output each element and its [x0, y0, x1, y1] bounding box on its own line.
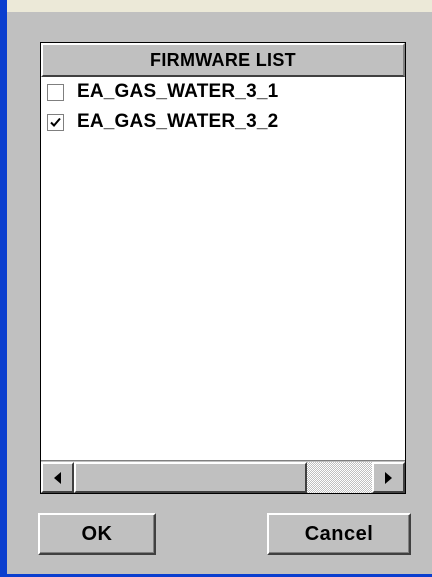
- checkbox-ea-gas-water-3-1[interactable]: [47, 83, 64, 101]
- cancel-button-label: Cancel: [304, 522, 374, 545]
- list-item-label: EA_GAS_WATER_3_1: [77, 81, 279, 102]
- list-header-label: FIRMWARE LIST: [150, 49, 296, 70]
- ok-button-label: OK: [81, 522, 113, 545]
- firmware-listbox[interactable]: FIRMWARE LIST EA_GAS_WATER_3_1 EA_GAS_WA…: [40, 42, 406, 494]
- window-top-strip: [0, 0, 432, 12]
- scroll-thumb[interactable]: [74, 462, 307, 493]
- scroll-right-button[interactable]: [372, 462, 405, 493]
- checkbox-ea-gas-water-3-2[interactable]: [47, 113, 64, 131]
- arrow-right-icon: [385, 471, 392, 484]
- scroll-track[interactable]: [307, 462, 372, 493]
- list-item-ea-gas-water-3-2[interactable]: EA_GAS_WATER_3_2: [41, 107, 405, 137]
- checkmark-icon: [50, 117, 61, 127]
- list-item-ea-gas-water-3-1[interactable]: EA_GAS_WATER_3_1: [41, 77, 405, 107]
- list-header: FIRMWARE LIST: [41, 43, 405, 77]
- window-frame-left: [0, 0, 7, 577]
- ok-button[interactable]: OK: [38, 513, 156, 555]
- arrow-left-icon: [54, 471, 61, 484]
- cancel-button[interactable]: Cancel: [267, 513, 411, 555]
- scroll-left-button[interactable]: [41, 462, 74, 493]
- horizontal-scrollbar[interactable]: [41, 460, 405, 493]
- list-item-label: EA_GAS_WATER_3_2: [77, 111, 279, 132]
- firmware-dialog: FIRMWARE LIST EA_GAS_WATER_3_1 EA_GAS_WA…: [7, 12, 432, 574]
